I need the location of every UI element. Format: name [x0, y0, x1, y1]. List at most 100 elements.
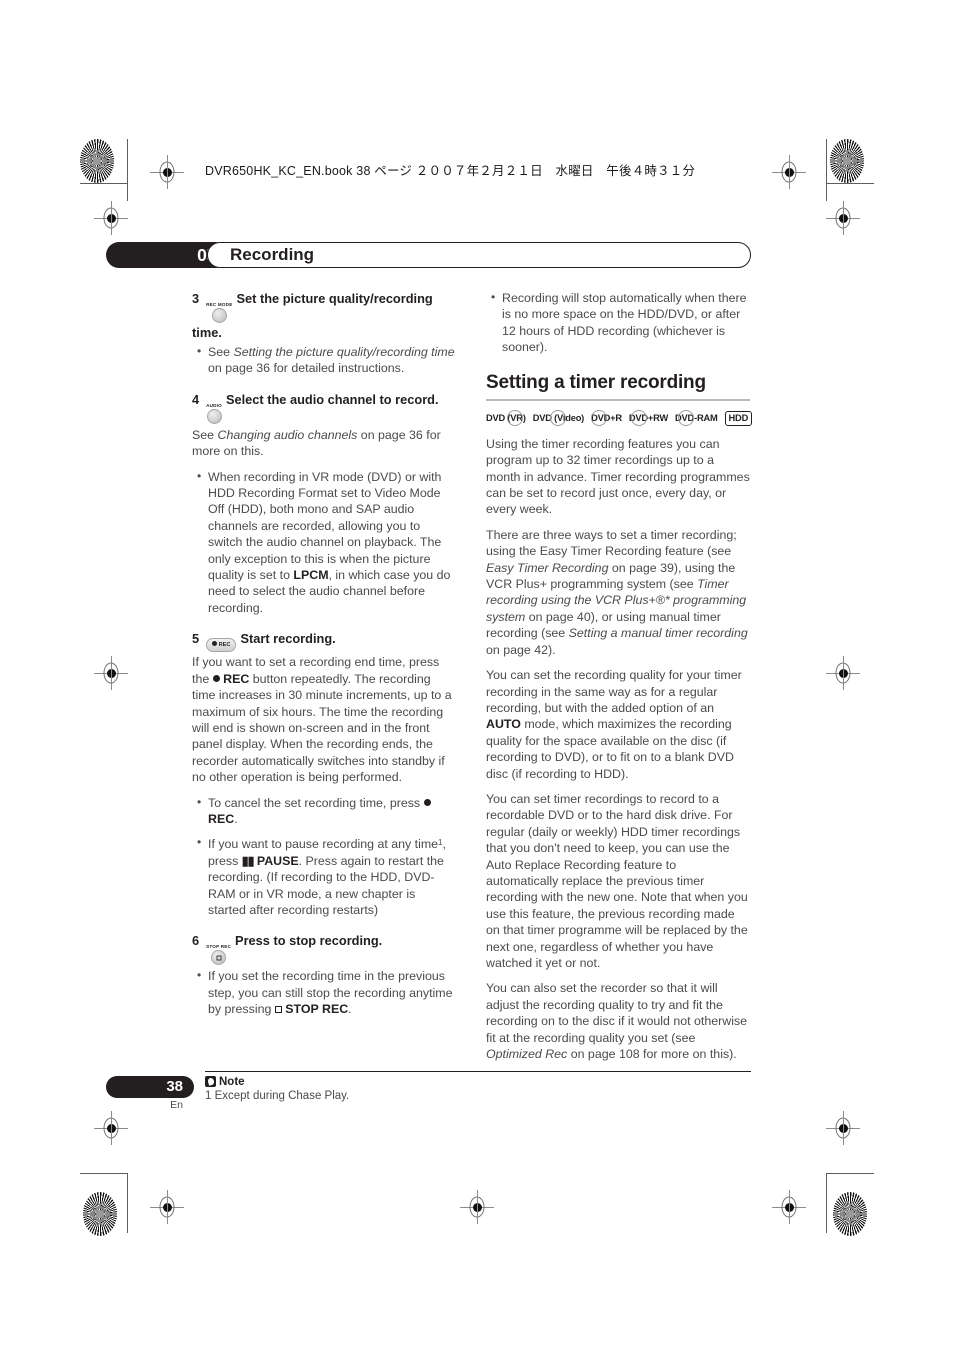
rec-mode-button-icon[interactable]: REC MODE	[206, 302, 232, 323]
stop-rec-keyword: STOP REC	[285, 1002, 349, 1017]
density-target-bottom-right	[833, 1192, 867, 1236]
step-4-title: Select the audio channel to record.	[225, 391, 439, 407]
density-target-bottom-left	[83, 1192, 117, 1236]
registration-mark-left-lower	[94, 1111, 128, 1145]
step-5-title: Start recording.	[240, 631, 336, 647]
registration-mark-top-right	[772, 155, 806, 189]
step-3-number: 3	[192, 291, 200, 306]
timer-intro-paragraph: Using the timer recording features you c…	[486, 436, 750, 517]
section-rule	[486, 398, 750, 401]
bullet-text-part1: If you want to pause recording at any ti…	[208, 837, 439, 852]
body-part2: button repeatedly. The recording time in…	[192, 671, 452, 785]
audio-button-icon[interactable]: AUDIO	[206, 403, 222, 424]
note-footnote-text: 1 Except during Chase Play.	[205, 1090, 350, 1102]
crop-mark-vertical	[826, 139, 827, 201]
para-part-d: on page 42).	[486, 642, 556, 657]
badge-hdd: HDD	[724, 410, 753, 426]
bullet-text-part1: To cancel the set recording time, press	[208, 795, 424, 810]
step-5-body: If you want to set a recording end time,…	[192, 654, 456, 785]
chapter-bar: 05 Recording	[106, 242, 751, 268]
note-heading: Note	[205, 1075, 245, 1089]
badge-ring-icon	[631, 410, 648, 427]
auto-replace-paragraph: You can set timer recordings to record t…	[486, 791, 748, 970]
timer-methods-paragraph: There are three ways to set a timer reco…	[486, 527, 750, 658]
badge-dvd-plus-rw: DVD+RW	[629, 410, 668, 427]
lpcm-keyword: LPCM	[293, 568, 329, 583]
bullet-text-pre: See	[208, 345, 234, 359]
printer-proof-marks	[0, 0, 954, 1351]
cross-reference-title: Changing audio channels	[217, 427, 358, 442]
registration-mark-right-upper	[826, 201, 860, 235]
badge-ring-icon	[506, 410, 523, 427]
registration-mark-left-upper	[94, 201, 128, 235]
density-target-top-right	[830, 139, 864, 183]
list-item: If you set the recording time in the pre…	[197, 967, 456, 1017]
badge-ring-icon	[550, 410, 567, 427]
cross-reference-title: Easy Timer Recording	[486, 560, 609, 575]
rec-mode-button-caption: REC MODE	[206, 302, 233, 307]
bullet-text-part1: When recording in VR mode (DVD) or with …	[208, 469, 442, 583]
para-part-a: There are three ways to set a timer reco…	[486, 527, 737, 559]
page-title: Recording	[207, 242, 751, 268]
stop-rec-button-icon[interactable]: STOP REC	[206, 944, 232, 966]
bullet-text-part2: .	[234, 811, 238, 826]
step-5-number: 5	[192, 631, 200, 647]
stop-square-icon	[274, 1006, 282, 1014]
recording-quality-paragraph: You can set the recording quality for yo…	[486, 667, 750, 782]
step-3-heading: 3 REC MODE Set the picture quality/recordi…	[192, 290, 456, 342]
pause-keyword: PAUSE	[256, 853, 299, 868]
registration-mark-top-left	[150, 155, 184, 189]
crop-mark-vertical	[826, 1173, 827, 1233]
badge-dvd-video: DVD (Video)	[533, 410, 584, 427]
note-heading-label: Note	[219, 1076, 245, 1088]
badge-ring-icon	[591, 410, 608, 427]
rec-button-label: REC	[218, 642, 231, 649]
step-6-bullets: If you set the recording time in the pre…	[192, 967, 456, 1017]
badge-label: HDD	[728, 412, 749, 423]
section-heading: Setting a timer recording	[486, 371, 706, 393]
registration-mark-right-lower	[826, 1111, 860, 1145]
step-6-number: 6	[192, 933, 200, 949]
record-dot-icon	[423, 799, 431, 807]
registration-mark-left-middle	[94, 656, 128, 690]
density-target-top-left	[80, 139, 114, 183]
left-column: 3 REC MODE Set the picture quality/recordi…	[192, 290, 456, 1027]
badge-dvd-vr: DVD (VR)	[486, 410, 526, 427]
auto-keyword: AUTO	[486, 717, 521, 732]
registration-mark-bottom-center	[460, 1190, 494, 1224]
note-divider	[205, 1071, 751, 1073]
intro-pre: See	[192, 427, 218, 442]
para-part-a: You can also set the recorder so that it…	[486, 981, 748, 1045]
record-dot-icon	[212, 675, 220, 683]
registration-mark-bottom-left	[150, 1190, 184, 1224]
continued-bullets: Recording will stop automatically when t…	[486, 289, 750, 356]
rec-button-icon[interactable]: REC	[206, 638, 237, 653]
para-part-b: mode, which maximizes the recording qual…	[486, 717, 734, 781]
cross-reference-title: Setting the picture quality/recording ti…	[233, 345, 455, 359]
crop-mark-vertical	[127, 139, 128, 201]
rec-keyword: REC	[208, 811, 235, 826]
step-3-bullets: See Setting the picture quality/recordin…	[192, 343, 456, 377]
badge-dvd-plus-r: DVD+R	[591, 410, 622, 427]
stop-rec-button-caption: STOP REC	[206, 944, 232, 950]
page-number: 38	[106, 1076, 194, 1098]
cross-reference-title: Setting a manual timer recording	[568, 626, 748, 641]
note-icon	[205, 1075, 216, 1087]
right-column: Recording will stop automatically when t…	[486, 289, 753, 1071]
para-part-a: You can set the recording quality for yo…	[486, 668, 742, 715]
cross-reference-title: Optimized Rec	[486, 1047, 568, 1062]
step-4-heading: 4 AUDIO Select the audio channel to record…	[192, 391, 456, 425]
round-button-glyph	[206, 408, 222, 424]
optimized-rec-paragraph: You can also set the recorder so that it…	[486, 980, 750, 1062]
badge-dvd-ram: DVD-RAM	[675, 410, 718, 427]
rec-keyword: REC	[223, 671, 250, 686]
crop-mark-vertical	[127, 1173, 128, 1233]
step-4-number: 4	[192, 391, 200, 407]
crop-mark-horizontal	[826, 1173, 874, 1174]
crop-mark-horizontal	[80, 183, 127, 184]
round-button-glyph	[211, 308, 227, 323]
bullet-text-part2: .	[348, 1002, 352, 1017]
list-item: When recording in VR mode (DVD) or with …	[197, 468, 456, 617]
audio-button-caption: AUDIO	[206, 402, 222, 408]
page-language: En	[170, 1099, 183, 1111]
